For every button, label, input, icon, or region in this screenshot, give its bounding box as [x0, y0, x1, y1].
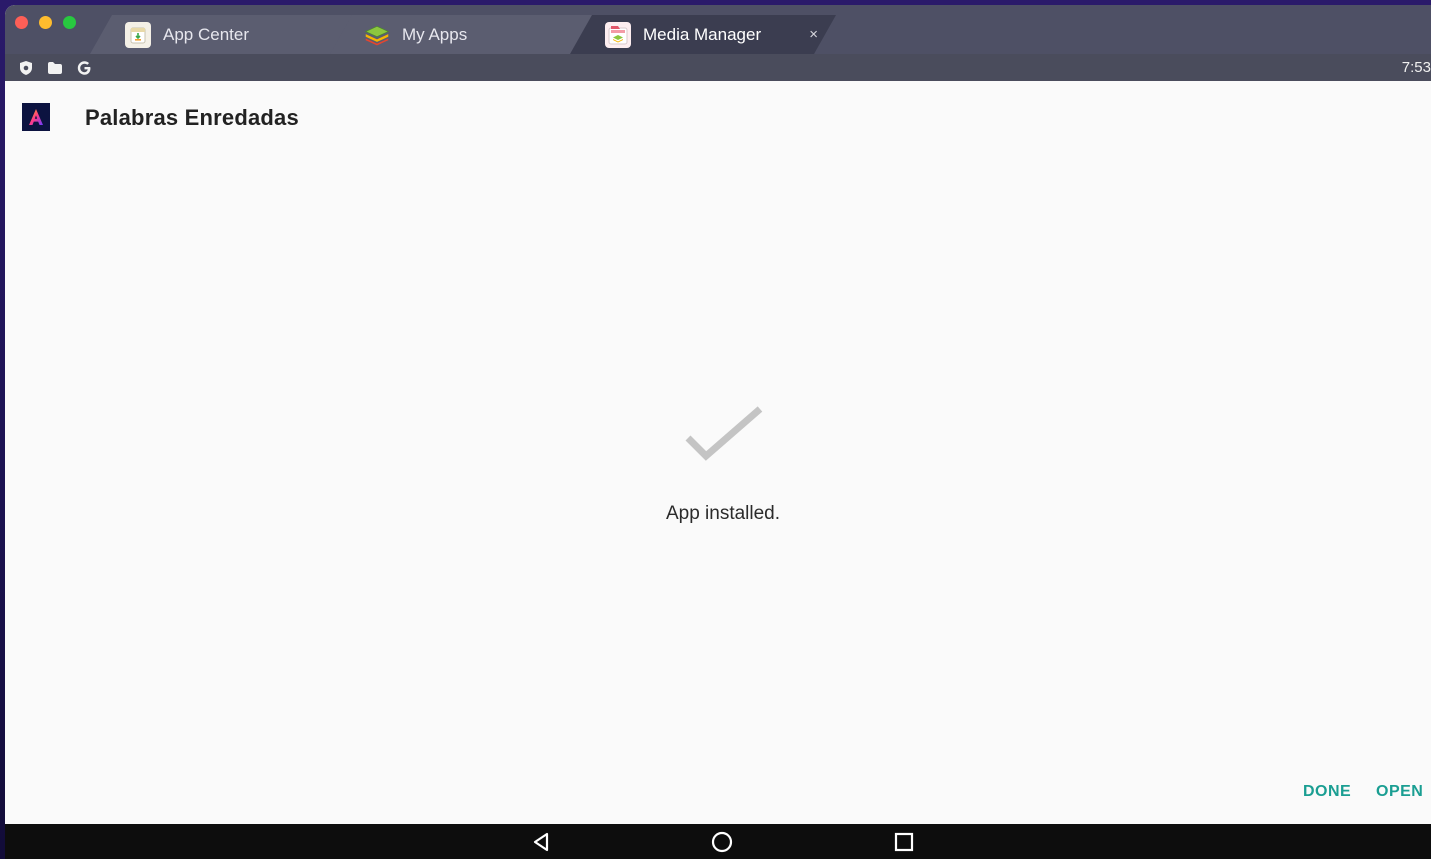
tab-app-center[interactable]: App Center	[90, 15, 355, 54]
android-nav-bar	[5, 824, 1431, 859]
recents-icon[interactable]	[893, 831, 915, 853]
install-result-screen: Palabras Enredadas App installed. DONE O…	[5, 81, 1431, 824]
tab-label: My Apps	[402, 24, 468, 44]
install-status-text: App installed.	[665, 503, 781, 524]
app-logo-icon	[22, 103, 50, 131]
my-apps-icon	[364, 22, 390, 48]
tab-close-icon[interactable]: ×	[809, 26, 818, 43]
done-button[interactable]: DONE	[1303, 783, 1351, 801]
back-icon[interactable]	[530, 831, 552, 853]
tab-label: Media Manager	[643, 24, 762, 44]
app-title: Palabras Enredadas	[85, 105, 299, 130]
status-clock: 7:53	[1401, 59, 1431, 76]
home-icon[interactable]	[711, 831, 733, 853]
media-manager-icon	[605, 22, 631, 48]
google-icon	[76, 59, 93, 76]
tab-label: App Center	[163, 24, 249, 44]
window-minimize-button[interactable]	[39, 16, 52, 29]
title-bar: App Center My Apps Media Manager ×	[5, 5, 1431, 54]
tab-media-manager[interactable]: Media Manager ×	[570, 15, 836, 54]
emulator-window: App Center My Apps Media Manager × 7:53	[5, 5, 1431, 859]
folder-icon	[46, 59, 63, 76]
status-bar: 7:53	[5, 54, 1431, 81]
window-close-button[interactable]	[15, 16, 28, 29]
shield-icon	[17, 59, 34, 76]
window-maximize-button[interactable]	[63, 16, 76, 29]
app-center-icon	[125, 22, 151, 48]
tab-my-apps[interactable]: My Apps	[330, 15, 595, 54]
checkmark-icon	[684, 406, 764, 471]
open-button[interactable]: OPEN	[1376, 783, 1423, 801]
